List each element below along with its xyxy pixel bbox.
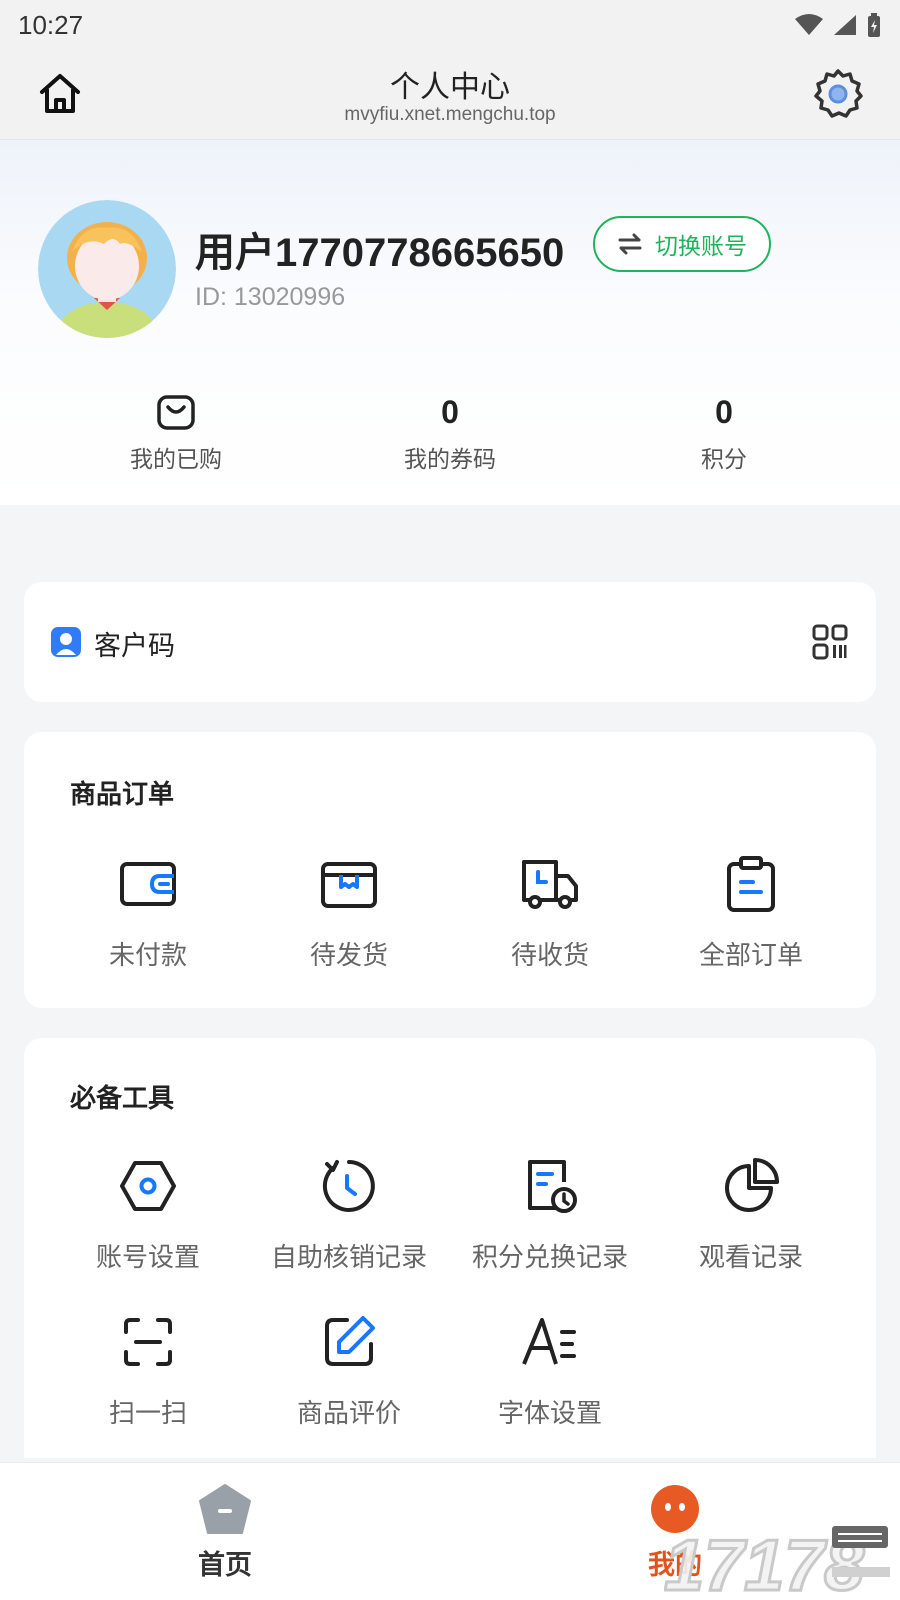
tool-watch-history-label: 观看记录 bbox=[698, 1242, 803, 1272]
tool-points-history-label: 积分兑换记录 bbox=[471, 1242, 628, 1272]
user-id: ID: 13020996 bbox=[195, 283, 346, 311]
username: 用户1770778665650 bbox=[195, 231, 565, 275]
order-to-receive[interactable]: 待收货 bbox=[450, 854, 650, 972]
tool-account-settings-label: 账号设置 bbox=[95, 1242, 200, 1272]
tools-card: 必备工具 账号设置 自助核销记录 积分兑换记录 观看记录 扫一扫 商品评价 字体… bbox=[24, 1038, 876, 1458]
status-bar: 10:27 bbox=[0, 0, 900, 50]
signal-icon bbox=[834, 15, 856, 35]
shopping-bag-icon bbox=[157, 395, 195, 430]
truck-icon bbox=[522, 860, 578, 909]
order-unpaid-label: 未付款 bbox=[108, 940, 187, 970]
switch-account-label: 切换账号 bbox=[655, 233, 747, 259]
stat-points[interactable]: 0 积分 bbox=[624, 390, 824, 474]
customer-code-row[interactable]: 客户码 bbox=[24, 582, 876, 702]
profile-section: 用户1770778665650 ID: 13020996 切换账号 我的已购 0… bbox=[0, 140, 900, 505]
orders-card: 商品订单 未付款 待发货 待收货 全部订单 bbox=[24, 732, 876, 1008]
tool-verify-history[interactable]: 自助核销记录 bbox=[249, 1156, 449, 1274]
customer-code-label: 客户码 bbox=[94, 631, 175, 661]
tool-points-history[interactable]: 积分兑换记录 bbox=[450, 1156, 650, 1274]
tab-home[interactable]: 首页 bbox=[115, 1483, 335, 1582]
font-icon bbox=[522, 1318, 576, 1365]
stat-coupons-value: 0 bbox=[441, 394, 459, 430]
bottom-tab-bar: 首页 我的 17178 bbox=[0, 1462, 900, 1600]
stat-coupons-label: 我的券码 bbox=[404, 446, 496, 472]
tool-font-settings[interactable]: 字体设置 bbox=[450, 1312, 650, 1430]
stat-points-value: 0 bbox=[715, 394, 733, 430]
status-time: 10:27 bbox=[18, 9, 84, 40]
tool-account-settings[interactable]: 账号设置 bbox=[48, 1156, 248, 1274]
box-icon bbox=[321, 862, 377, 908]
document-clock-icon bbox=[528, 1160, 577, 1213]
clipboard-icon bbox=[727, 856, 775, 912]
battery-icon bbox=[868, 13, 880, 37]
watermark-logo: 17178 bbox=[664, 1525, 890, 1596]
scan-icon bbox=[124, 1318, 172, 1366]
tool-product-review[interactable]: 商品评价 bbox=[249, 1312, 449, 1430]
page-url: mvyfiu.xnet.mengchu.top bbox=[344, 104, 556, 125]
wallet-icon bbox=[120, 862, 176, 906]
order-to-ship-label: 待发货 bbox=[309, 940, 388, 970]
tool-product-review-label: 商品评价 bbox=[296, 1398, 401, 1428]
tool-scan-label: 扫一扫 bbox=[108, 1398, 187, 1428]
tool-scan[interactable]: 扫一扫 bbox=[48, 1312, 248, 1430]
orders-title: 商品订单 bbox=[70, 779, 175, 809]
stat-purchased-label: 我的已购 bbox=[130, 446, 222, 472]
avatar[interactable] bbox=[38, 200, 176, 338]
wifi-icon bbox=[795, 14, 823, 35]
swap-arrows-icon bbox=[618, 233, 642, 255]
qr-code-icon[interactable] bbox=[812, 624, 848, 660]
gear-icon[interactable] bbox=[812, 68, 864, 120]
user-badge-icon bbox=[51, 627, 81, 657]
tools-title: 必备工具 bbox=[70, 1083, 175, 1113]
home-tab-icon bbox=[199, 1484, 251, 1534]
title-bar: 个人中心 mvyfiu.xnet.mengchu.top bbox=[0, 50, 900, 140]
order-all-label: 全部订单 bbox=[698, 940, 803, 970]
tab-home-label: 首页 bbox=[198, 1550, 252, 1580]
stat-purchased[interactable]: 我的已购 bbox=[76, 390, 276, 474]
order-unpaid[interactable]: 未付款 bbox=[48, 854, 248, 972]
stat-coupons[interactable]: 0 我的券码 bbox=[350, 390, 550, 474]
pie-chart-icon bbox=[725, 1158, 779, 1212]
page-title: 个人中心 bbox=[390, 71, 510, 104]
tool-font-settings-label: 字体设置 bbox=[497, 1398, 602, 1428]
switch-account-button[interactable]: 切换账号 bbox=[593, 216, 771, 272]
stat-points-label: 积分 bbox=[701, 446, 747, 472]
order-to-ship[interactable]: 待发货 bbox=[249, 854, 449, 972]
order-all[interactable]: 全部订单 bbox=[651, 854, 851, 972]
history-clock-icon bbox=[322, 1160, 375, 1212]
tool-verify-history-label: 自助核销记录 bbox=[270, 1242, 427, 1272]
edit-icon bbox=[325, 1316, 375, 1366]
order-to-receive-label: 待收货 bbox=[510, 940, 589, 970]
hexagon-settings-icon bbox=[120, 1161, 176, 1211]
tool-watch-history[interactable]: 观看记录 bbox=[651, 1156, 851, 1274]
